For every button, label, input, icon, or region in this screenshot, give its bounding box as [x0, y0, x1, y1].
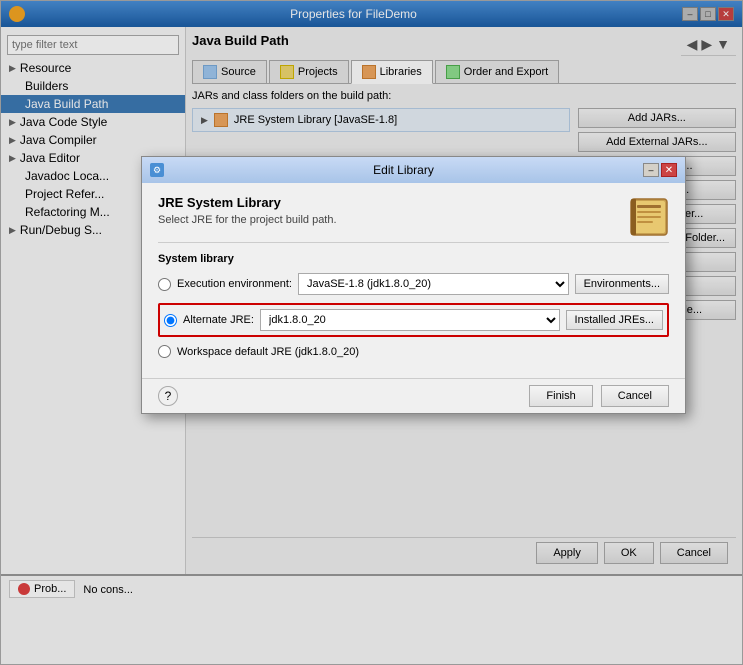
environments-button[interactable]: Environments... [575, 274, 669, 294]
workspace-row: Workspace default JRE (jdk1.8.0_20) [158, 345, 669, 358]
book-icon [629, 195, 669, 242]
workspace-radio[interactable] [158, 345, 171, 358]
dialog-section-title: JRE System Library [158, 195, 669, 210]
dialog-title: Edit Library [164, 163, 643, 177]
finish-button[interactable]: Finish [529, 385, 592, 407]
installed-jres-button[interactable]: Installed JREs... [566, 310, 663, 330]
help-button[interactable]: ? [158, 386, 178, 406]
dialog-title-bar: ⚙ Edit Library – ✕ [142, 157, 685, 183]
alt-jre-label: Alternate JRE: [183, 314, 254, 326]
dialog-close-button[interactable]: ✕ [661, 163, 677, 177]
dialog-icon: ⚙ [150, 163, 164, 177]
alt-jre-row: Alternate JRE: jdk1.8.0_20 Installed JRE… [158, 303, 669, 337]
exec-env-row: Execution environment: JavaSE-1.8 (jdk1.… [158, 273, 669, 295]
dialog-bottom-bar: ? Finish Cancel [142, 378, 685, 413]
exec-env-select[interactable]: JavaSE-1.8 (jdk1.8.0_20) [298, 273, 569, 295]
edit-library-dialog: ⚙ Edit Library – ✕ JRE Sy [141, 156, 686, 414]
exec-env-radio[interactable] [158, 278, 171, 291]
dialog-minimize-button[interactable]: – [643, 163, 659, 177]
dialog-body: JRE System Library Select JRE for the pr… [142, 183, 685, 378]
workspace-label: Workspace default JRE (jdk1.8.0_20) [177, 346, 359, 358]
dialog-section-desc: Select JRE for the project build path. [158, 214, 669, 226]
system-library-label: System library [158, 253, 669, 265]
dialog-controls: – ✕ [643, 163, 677, 177]
exec-env-label: Execution environment: [177, 278, 292, 290]
dialog-cancel-button[interactable]: Cancel [601, 385, 669, 407]
dialog-action-buttons: Finish Cancel [529, 385, 669, 407]
alt-jre-radio[interactable] [164, 314, 177, 327]
alt-jre-select[interactable]: jdk1.8.0_20 [260, 309, 560, 331]
